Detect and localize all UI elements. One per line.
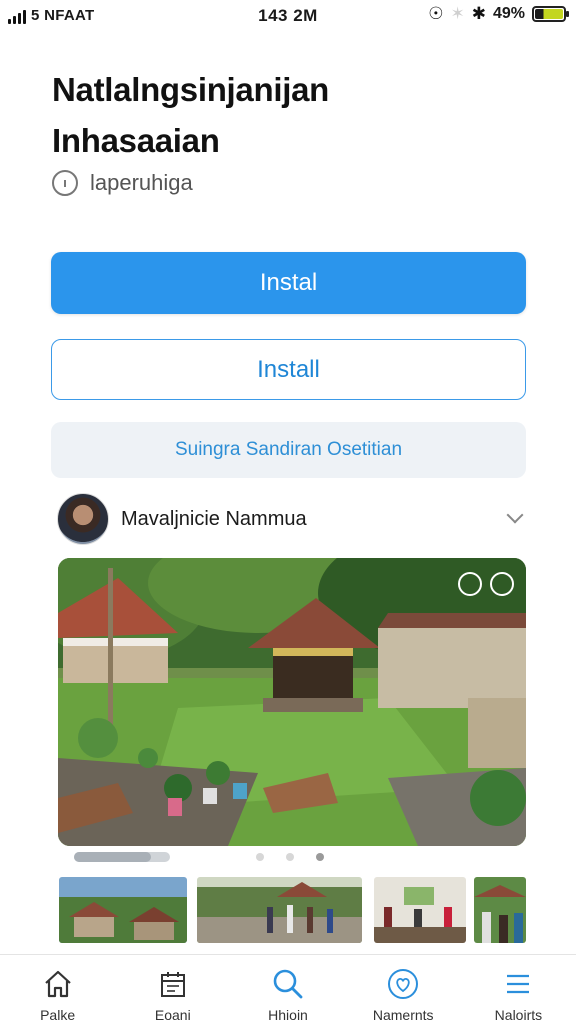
- status-bar-right: ☉ ✶ ✱ 49%: [428, 4, 569, 23]
- bluetooth-dim-icon: ✶: [450, 4, 465, 23]
- nav-item-menu[interactable]: Naloirts: [461, 955, 576, 1024]
- status-bar: 5 NFAAT 143 2M ☉ ✶ ✱ 49%: [0, 0, 576, 34]
- carousel-progress: [74, 852, 170, 862]
- hero-image[interactable]: [58, 558, 526, 846]
- nav-item-favorites[interactable]: Namernts: [346, 955, 461, 1024]
- battery-icon: [532, 6, 569, 22]
- carousel-dot[interactable]: [316, 853, 324, 861]
- carousel-dots: [256, 853, 324, 861]
- home-icon: [41, 967, 75, 1001]
- battery-percent: 49%: [492, 5, 525, 22]
- thumbnail-3[interactable]: [374, 877, 466, 943]
- nav-label-search: Hhioin: [268, 1007, 308, 1023]
- carousel-progress-fill: [74, 852, 151, 862]
- thumbnail-1[interactable]: [59, 877, 187, 943]
- author-row[interactable]: Mavaljnicie Nammua: [57, 492, 527, 546]
- nav-label-home: Palke: [40, 1007, 76, 1023]
- nav-label-calendar: Eoani: [154, 1007, 191, 1023]
- author-name[interactable]: Mavaljnicie Nammua: [121, 508, 307, 531]
- alarm-icon: ☉: [428, 4, 444, 23]
- carousel-dot[interactable]: [256, 853, 264, 861]
- developer-name[interactable]: laperuhiga: [90, 170, 193, 196]
- bottom-nav: Palke Eoani Hhioin Namernts Naloirts: [0, 954, 576, 1024]
- nav-item-calendar[interactable]: Eoani: [115, 955, 230, 1024]
- app-title-line-2: Inhasaaian: [52, 122, 220, 159]
- nav-item-home[interactable]: Palke: [0, 955, 115, 1024]
- developer-row[interactable]: laperuhiga: [52, 170, 193, 196]
- secondary-action-button[interactable]: Suingra Sandiran Osetitian: [51, 422, 526, 478]
- thumbnail-4[interactable]: [474, 877, 526, 943]
- avatar[interactable]: [57, 493, 109, 545]
- calendar-icon: [156, 967, 190, 1001]
- heart-icon: [386, 967, 420, 1001]
- nav-label-menu: Naloirts: [494, 1007, 543, 1023]
- hero-badges: [458, 572, 514, 596]
- chevron-down-icon[interactable]: [506, 506, 524, 524]
- search-icon: [271, 967, 305, 1001]
- bluetooth-icon: ✱: [471, 4, 486, 23]
- nav-label-favorites: Namernts: [372, 1007, 434, 1023]
- menu-icon: [501, 967, 535, 1001]
- app-title-line-1: Natlalngsinjanijan: [52, 71, 329, 108]
- gallery-icon[interactable]: [458, 572, 482, 596]
- nav-item-search[interactable]: Hhioin: [230, 955, 345, 1024]
- thumbnail-2[interactable]: [197, 877, 362, 943]
- info-icon: [52, 170, 78, 196]
- share-icon[interactable]: [490, 572, 514, 596]
- carousel-dot[interactable]: [286, 853, 294, 861]
- app-title: Natlalngsinjanijan Inhasaaian: [52, 64, 532, 166]
- install-outline-button[interactable]: Install: [51, 339, 526, 400]
- install-button[interactable]: Instal: [51, 252, 526, 314]
